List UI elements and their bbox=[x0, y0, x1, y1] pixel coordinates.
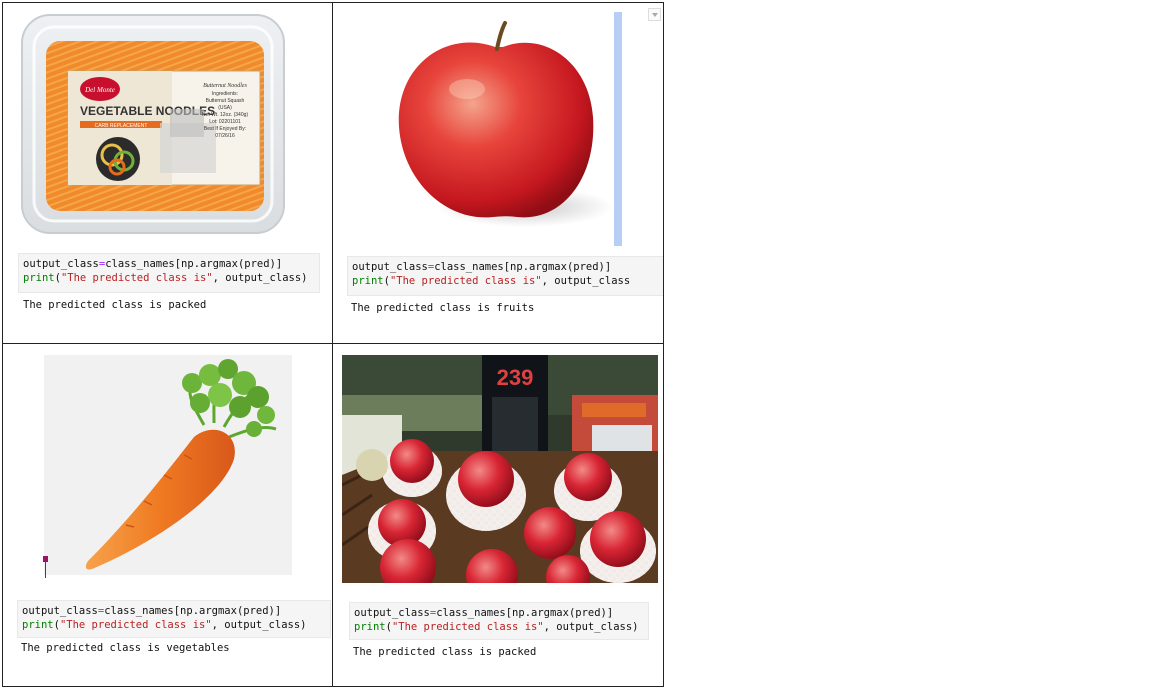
label-line-4: Net Wt. 12oz. (340g) bbox=[202, 112, 248, 118]
code-block[interactable]: output_class=class_names[np.argmax(pred)… bbox=[347, 256, 663, 296]
code-string: "The predicted class is" bbox=[389, 275, 542, 287]
code-print: print bbox=[22, 619, 54, 631]
code-var: output_class bbox=[23, 258, 99, 270]
code-print: print bbox=[352, 275, 384, 287]
prediction-output: The predicted class is fruits bbox=[351, 302, 535, 314]
brand-text: Del Monte bbox=[84, 86, 115, 94]
apples-store-graphic: 239 bbox=[342, 355, 658, 583]
code-line-1: output_class=class_names[np.argmax(pred)… bbox=[23, 258, 282, 270]
prediction-output: The predicted class is vegetables bbox=[21, 642, 230, 654]
label-line-7: 07/26/16 bbox=[215, 133, 235, 139]
code-var: output_class bbox=[354, 607, 430, 619]
code-line-2: print("The predicted class is", output_c… bbox=[352, 275, 630, 287]
code-line-1: output_class=class_names[np.argmax(pred)… bbox=[352, 261, 611, 273]
noodles-package-graphic: Del Monte VEGETABLE NOODLES CARB REPLACE… bbox=[21, 14, 285, 234]
package-subtitle: CARB REPLACEMENT bbox=[95, 123, 148, 129]
code-args: , output_class) bbox=[212, 272, 308, 284]
cursor-marker-stem bbox=[45, 562, 46, 578]
label-line-5: Lot: 02201101 bbox=[209, 119, 241, 125]
prediction-grid: Del Monte VEGETABLE NOODLES CARB REPLACE… bbox=[2, 2, 664, 687]
code-expr: class_names[np.argmax(pred)] bbox=[105, 258, 283, 270]
code-string: "The predicted class is" bbox=[391, 621, 544, 633]
noodles-package-image: Del Monte VEGETABLE NOODLES CARB REPLACE… bbox=[20, 11, 288, 237]
apples-store-image: 239 bbox=[342, 355, 658, 583]
label-line-3: (USA) bbox=[218, 105, 232, 111]
code-line-1: output_class=class_names[np.argmax(pred)… bbox=[354, 607, 613, 619]
prediction-output: The predicted class is packed bbox=[353, 646, 537, 658]
code-print: print bbox=[354, 621, 386, 633]
code-string: "The predicted class is" bbox=[59, 619, 212, 631]
code-expr: class_names[np.argmax(pred)] bbox=[436, 607, 614, 619]
prediction-output: The predicted class is packed bbox=[23, 299, 207, 311]
result-cell-vegetables: output_class=class_names[np.argmax(pred)… bbox=[3, 344, 333, 687]
carrot-graphic bbox=[85, 359, 277, 570]
result-cell-fruits: output_class=class_names[np.argmax(pred)… bbox=[333, 3, 664, 344]
code-print: print bbox=[23, 272, 55, 284]
price-sign-text: 239 bbox=[497, 365, 534, 390]
label-line-1: Ingredients: bbox=[212, 91, 238, 97]
scrollbar[interactable] bbox=[614, 12, 622, 246]
dropdown-toggle[interactable] bbox=[648, 8, 661, 21]
carrot-image bbox=[44, 355, 292, 575]
code-line-2: print("The predicted class is", output_c… bbox=[354, 621, 638, 633]
label-line-0: Butternut Noodles bbox=[203, 83, 247, 89]
code-var: output_class bbox=[352, 261, 428, 273]
apple-graphic bbox=[398, 21, 613, 227]
code-block[interactable]: output_class=class_names[np.argmax(pred)… bbox=[17, 600, 331, 638]
result-cell-packed-apples: 239 output_class=class_names[np.argmax(p… bbox=[333, 344, 664, 687]
chevron-down-icon bbox=[652, 13, 658, 17]
code-block[interactable]: output_class=class_names[np.argmax(pred)… bbox=[18, 253, 320, 293]
code-args: , output_class bbox=[541, 275, 631, 287]
code-line-2: print("The predicted class is", output_c… bbox=[23, 272, 307, 284]
label-line-2: Butternut Squash bbox=[206, 98, 245, 104]
code-string: "The predicted class is" bbox=[60, 272, 213, 284]
code-line-1: output_class=class_names[np.argmax(pred)… bbox=[22, 605, 281, 617]
code-args: , output_class) bbox=[543, 621, 639, 633]
result-cell-packed-noodles: Del Monte VEGETABLE NOODLES CARB REPLACE… bbox=[3, 3, 333, 344]
code-args: , output_class) bbox=[211, 619, 307, 631]
label-line-6: Best If Enjoyed By: bbox=[204, 126, 246, 132]
code-line-2: print("The predicted class is", output_c… bbox=[22, 619, 306, 631]
code-expr: class_names[np.argmax(pred)] bbox=[104, 605, 282, 617]
red-apple-image bbox=[385, 17, 617, 235]
code-block[interactable]: output_class=class_names[np.argmax(pred)… bbox=[349, 602, 649, 640]
code-expr: class_names[np.argmax(pred)] bbox=[434, 261, 612, 273]
code-var: output_class bbox=[22, 605, 98, 617]
